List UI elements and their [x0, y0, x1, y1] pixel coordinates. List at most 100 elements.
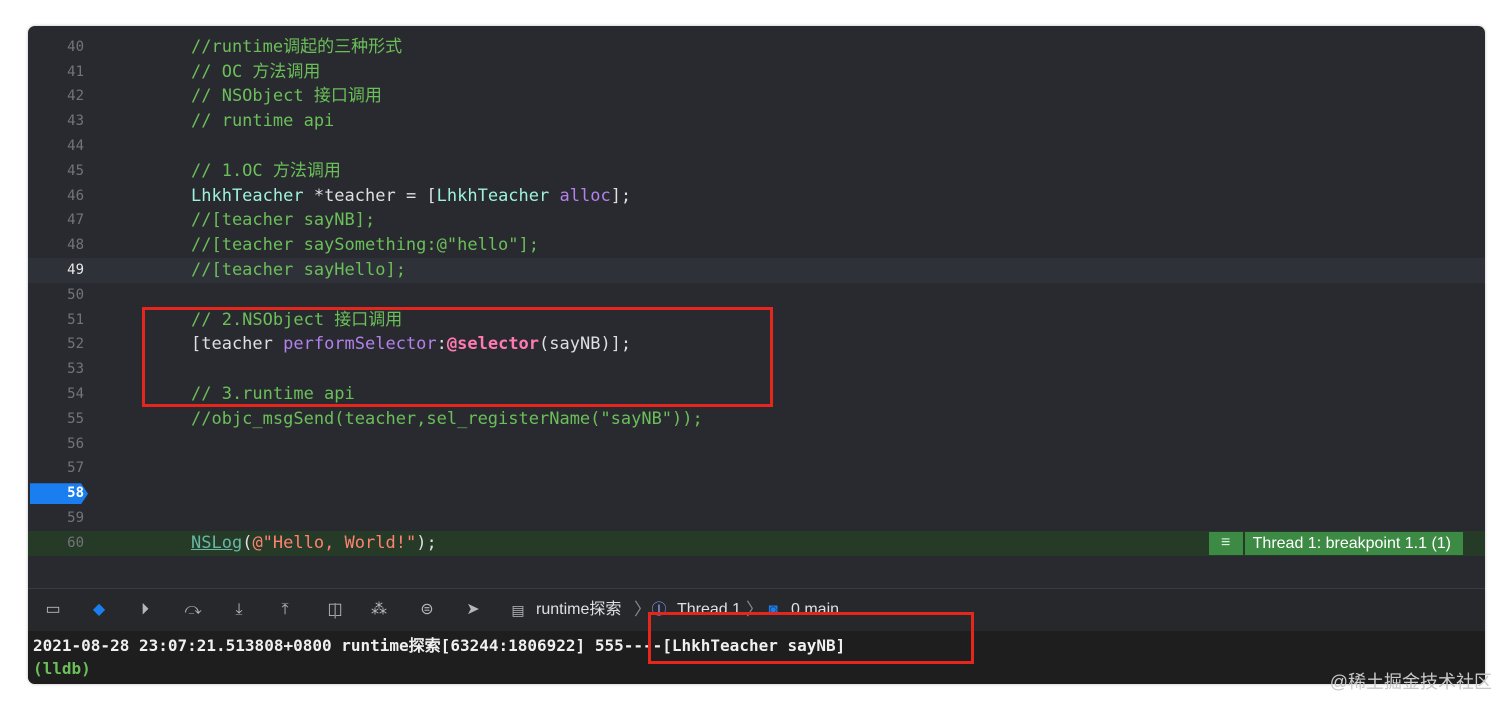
code-line[interactable]: 57	[28, 456, 1485, 481]
code-token: //[teacher sayNB];	[191, 210, 376, 231]
line-number: 48	[67, 237, 84, 254]
code-token: [teacher	[191, 334, 284, 355]
code-line[interactable]: 45 // 1.OC 方法调用	[28, 159, 1485, 184]
code-line[interactable]: 56	[28, 432, 1485, 457]
code-line[interactable]: 48 //[teacher saySomething:@"hello"];	[28, 233, 1485, 258]
list-icon[interactable]: ≡	[1208, 531, 1243, 555]
code-text: // OC 方法调用	[191, 60, 320, 85]
code-line[interactable]: 58	[28, 481, 1485, 506]
breakpoints-toggle-icon[interactable]: ◆	[88, 599, 110, 621]
line-number: 47	[67, 212, 84, 229]
line-number: 52	[67, 336, 84, 353]
line-number: 49	[67, 262, 84, 278]
code-token: *teacher = [	[303, 185, 437, 206]
code-line[interactable]: 40 //runtime调起的三种形式	[28, 35, 1485, 60]
line-number: 43	[67, 113, 84, 130]
memory-graph-icon[interactable]: ⁂	[368, 599, 390, 621]
code-token: @"Hello, World!"	[252, 532, 417, 553]
line-number: 59	[67, 510, 84, 526]
code-token: (sayNB)];	[539, 334, 632, 355]
code-text: NSLog(@"Hello, World!");	[191, 531, 437, 556]
line-number: 57	[67, 460, 84, 477]
terminal-icon: ▤	[511, 602, 525, 618]
code-token: :	[436, 334, 447, 355]
debug-console[interactable]: 2021-08-28 23:07:21.513808+0800 runtime探…	[28, 631, 1485, 684]
code-text: // 1.OC 方法调用	[191, 159, 341, 184]
breadcrumb-thread[interactable]: Thread 1	[677, 599, 741, 621]
line-number: 40	[67, 38, 84, 55]
code-token: // 1.OC 方法调用	[191, 160, 341, 181]
line-number: 58	[67, 485, 84, 502]
log-message: 555----[LhkhTeacher sayNB]	[585, 636, 846, 655]
line-number: 50	[67, 286, 84, 303]
line-number: 55	[67, 410, 84, 427]
code-token: // NSObject 接口调用	[191, 86, 382, 107]
debug-toolbar: ▭ ◆ ⏵ ⤼ ⤓ ⤒ ◫ ⁂ ⊜ ➤ | ▤ runtime探索 〉 Ⓘ Thread 1 〉 …	[28, 588, 1485, 632]
code-line[interactable]: 42 // NSObject 接口调用	[28, 84, 1485, 109]
hide-debug-area-icon[interactable]: ▭	[42, 599, 64, 621]
code-line[interactable]: 52 [teacher performSelector:@selector(say…	[28, 332, 1485, 357]
code-text: // NSObject 接口调用	[191, 84, 382, 109]
line-number: 54	[67, 386, 84, 402]
code-line[interactable]: 49 //[teacher sayHello];	[28, 258, 1485, 283]
code-line[interactable]: 39	[28, 26, 1485, 35]
code-token: LhkhTeacher	[436, 185, 550, 206]
code-text: //[teacher sayHello];	[191, 258, 406, 283]
code-text: [teacher performSelector:@selector(sayNB…	[191, 332, 631, 357]
code-line[interactable]: 46 LhkhTeacher *teacher = [LhkhTeacher al…	[28, 184, 1485, 209]
code-text: // 2.NSObject 接口调用	[191, 308, 402, 333]
code-line[interactable]: 54 // 3.runtime api	[28, 382, 1485, 407]
line-number: 56	[67, 435, 84, 452]
code-token: // OC 方法调用	[191, 61, 321, 82]
code-line[interactable]: 53	[28, 357, 1485, 382]
code-token: NSLog	[191, 532, 243, 553]
code-token: //[teacher sayHello];	[191, 260, 406, 280]
code-line[interactable]: 60 NSLog(@"Hello, World!"); ≡ Thread 1: bre…	[28, 530, 1485, 556]
line-number: 39	[28, 26, 84, 35]
line-number: 42	[67, 88, 84, 105]
continue-icon[interactable]: ⏵	[134, 599, 156, 621]
code-line[interactable]: 50	[28, 283, 1485, 308]
line-number: 44	[67, 138, 84, 154]
line-number: 46	[67, 187, 84, 204]
stack-frame-icon: ◙	[768, 601, 778, 618]
code-token: // 2.NSObject 接口调用	[191, 309, 403, 330]
console-log-line: 2021-08-28 23:07:21.513808+0800 runtime探…	[33, 634, 845, 658]
breadcrumb-frame[interactable]: 0 main	[791, 599, 839, 621]
lldb-prompt: (lldb)	[33, 659, 91, 678]
code-token: alloc	[559, 185, 611, 206]
simulate-location-icon[interactable]: ➤	[462, 599, 484, 621]
breakpoint-status-badge[interactable]: ≡ Thread 1: breakpoint 1.1 (1)	[1208, 531, 1463, 555]
code-text: //[teacher sayNB];	[191, 208, 375, 233]
code-editor[interactable]: 39 40 //runtime调起的三种形式 41 // OC 方法调用 42 // NSO…	[28, 26, 1485, 588]
step-out-icon[interactable]: ⤒	[274, 599, 296, 621]
code-text: //runtime调起的三种形式	[191, 35, 402, 60]
code-text: // 3.runtime api	[191, 382, 355, 407]
line-number: 45	[67, 162, 84, 179]
code-token: performSelector	[283, 334, 437, 355]
thread-icon: Ⓘ	[651, 601, 667, 618]
code-token: // runtime api	[191, 111, 335, 132]
breakpoint-status-text: Thread 1: breakpoint 1.1 (1)	[1244, 531, 1463, 555]
code-line[interactable]: 44	[28, 134, 1485, 159]
log-prefix: 2021-08-28 23:07:21.513808+0800 runtime探…	[33, 636, 586, 655]
watermark: @稀土掘金技术社区	[1329, 672, 1492, 692]
code-line[interactable]: 55 //objc_msgSend(teacher,sel_registerNam…	[28, 407, 1485, 432]
step-over-icon[interactable]: ⤼	[182, 599, 204, 621]
code-token: );	[416, 532, 437, 553]
step-into-icon[interactable]: ⤓	[228, 599, 250, 621]
code-line[interactable]: 47 //[teacher sayNB];	[28, 208, 1485, 233]
xcode-window: 39 40 //runtime调起的三种形式 41 // OC 方法调用 42 // NSO…	[28, 26, 1485, 684]
chevron-right-icon: 〉	[746, 600, 763, 619]
code-line[interactable]: 51 // 2.NSObject 接口调用	[28, 308, 1485, 333]
line-number: 41	[67, 63, 84, 80]
code-line[interactable]: 43 // runtime api	[28, 109, 1485, 134]
code-text: //objc_msgSend(teacher,sel_registerName(…	[191, 407, 703, 432]
code-line[interactable]: 41 // OC 方法调用	[28, 60, 1485, 85]
environment-overrides-icon[interactable]: ⊜	[416, 599, 438, 621]
code-token: LhkhTeacher	[191, 185, 304, 206]
code-line[interactable]: 59	[28, 506, 1485, 531]
toolbar-divider: |	[333, 600, 338, 619]
breadcrumb-process[interactable]: runtime探索	[536, 599, 621, 621]
